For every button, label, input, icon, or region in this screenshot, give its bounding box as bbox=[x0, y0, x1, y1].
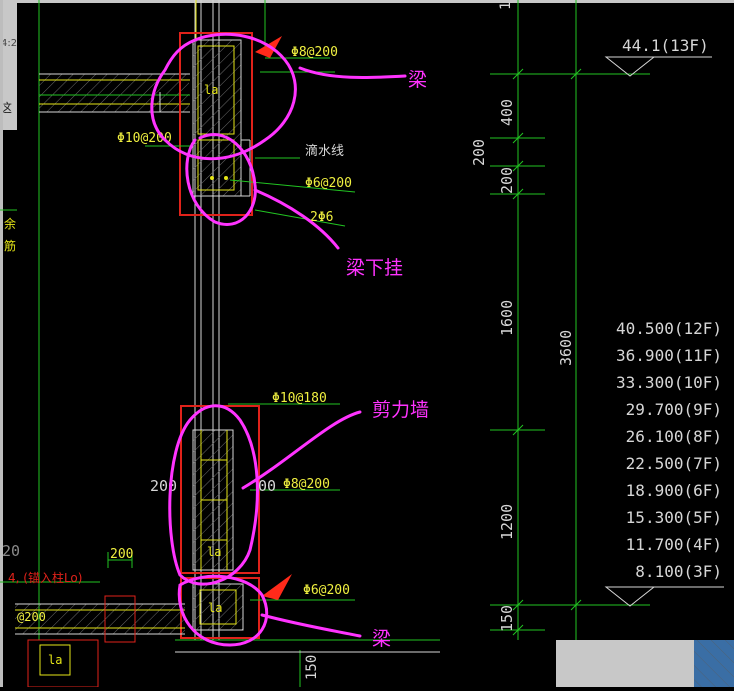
dim-400: 400 bbox=[498, 99, 516, 126]
wall-la-label: la bbox=[207, 545, 221, 559]
level-marker-bottom bbox=[604, 586, 724, 607]
floor-level-item: 29.700(9F) bbox=[626, 400, 722, 419]
rebar-label-wall-horizontal: Φ8@200 bbox=[283, 477, 330, 492]
dim-3600: 3600 bbox=[557, 330, 575, 366]
dim-150: 150 bbox=[498, 605, 516, 632]
rebar-label-hanger-stirrup: Φ6@200 bbox=[305, 176, 352, 191]
dim-1200: 1200 bbox=[498, 504, 516, 540]
wall-dim-200-left: 200 bbox=[150, 477, 177, 495]
dim-200-b: 200 bbox=[498, 167, 516, 194]
floor-level-item: 33.300(10F) bbox=[616, 373, 722, 392]
floor-level-item: 40.500(12F) bbox=[616, 319, 722, 338]
drip-line-label: 滴水线 bbox=[305, 143, 344, 159]
cad-drawing: 4:2 这 la Φ8@200 Φ10@200 滴水线 Φ6@200 2Φ6 l… bbox=[0, 0, 734, 688]
leader-beam-bottom bbox=[260, 613, 362, 638]
red-arrow-bottom bbox=[262, 574, 292, 600]
dim-200-a: 200 bbox=[470, 139, 488, 166]
floor-slab-top bbox=[39, 73, 190, 113]
floor-level-item: 22.500(7F) bbox=[626, 454, 722, 473]
left-dim-200: 200 bbox=[110, 547, 133, 562]
wall-dim-200-right: 00 bbox=[258, 477, 276, 495]
left-small-label: @200 bbox=[17, 610, 46, 624]
rebar-label-bottom-stirrup: Φ6@200 bbox=[303, 583, 350, 598]
floor-level-item: 11.700(4F) bbox=[626, 535, 722, 554]
annotation-shear-wall: 剪力墙 bbox=[372, 399, 429, 421]
rebar-label-top-stirrup: Φ8@200 bbox=[291, 45, 338, 60]
beam-top: la bbox=[159, 32, 253, 216]
magenta-annotations bbox=[150, 32, 407, 647]
dim-top-one: 1 bbox=[498, 2, 514, 10]
left-edge-20: 20 bbox=[2, 542, 20, 560]
window-top-edge bbox=[0, 0, 734, 3]
left-fragment-time: 4:2 bbox=[1, 38, 17, 49]
level-top-label: 44.1(13F) bbox=[622, 36, 709, 55]
beam-la-bottom: la bbox=[208, 601, 222, 615]
floor-level-item: 36.900(11F) bbox=[616, 346, 722, 365]
floor-level-item: 8.100(3F) bbox=[635, 562, 722, 581]
left-edge-zhen: 筋 bbox=[4, 238, 16, 253]
beam-la-top: la bbox=[204, 83, 218, 97]
floor-level-item: 18.900(6F) bbox=[626, 481, 722, 500]
beam-la-left: la bbox=[48, 653, 62, 667]
rebar-label-wall-vertical: Φ10@180 bbox=[272, 391, 327, 406]
annotation-beam-top: 梁 bbox=[408, 69, 427, 91]
annotation-beam-bottom: 梁 bbox=[372, 628, 391, 650]
level-marker-top bbox=[604, 56, 712, 77]
cad-viewport[interactable]: 4:2 这 la Φ8@200 Φ10@200 滴水线 Φ6@200 2Φ6 l… bbox=[0, 0, 734, 688]
dim-1600: 1600 bbox=[498, 300, 516, 336]
floor-level-item: 15.300(5F) bbox=[626, 508, 722, 527]
leader-beam-top bbox=[298, 66, 407, 80]
thumbnail-texture bbox=[694, 640, 734, 687]
floor-level-item: 26.100(8F) bbox=[626, 427, 722, 446]
annotation-beam-hanger: 梁下挂 bbox=[346, 257, 403, 279]
window-left-edge bbox=[0, 0, 3, 687]
left-edge-yu: 余 bbox=[4, 216, 16, 231]
floor-level-list: 40.500(12F) 36.900(11F) 33.300(10F) 29.7… bbox=[616, 319, 722, 581]
dim-150-bottom: 150 bbox=[304, 655, 320, 680]
left-side-label: 4, (锚入柱Lo) bbox=[8, 570, 82, 585]
